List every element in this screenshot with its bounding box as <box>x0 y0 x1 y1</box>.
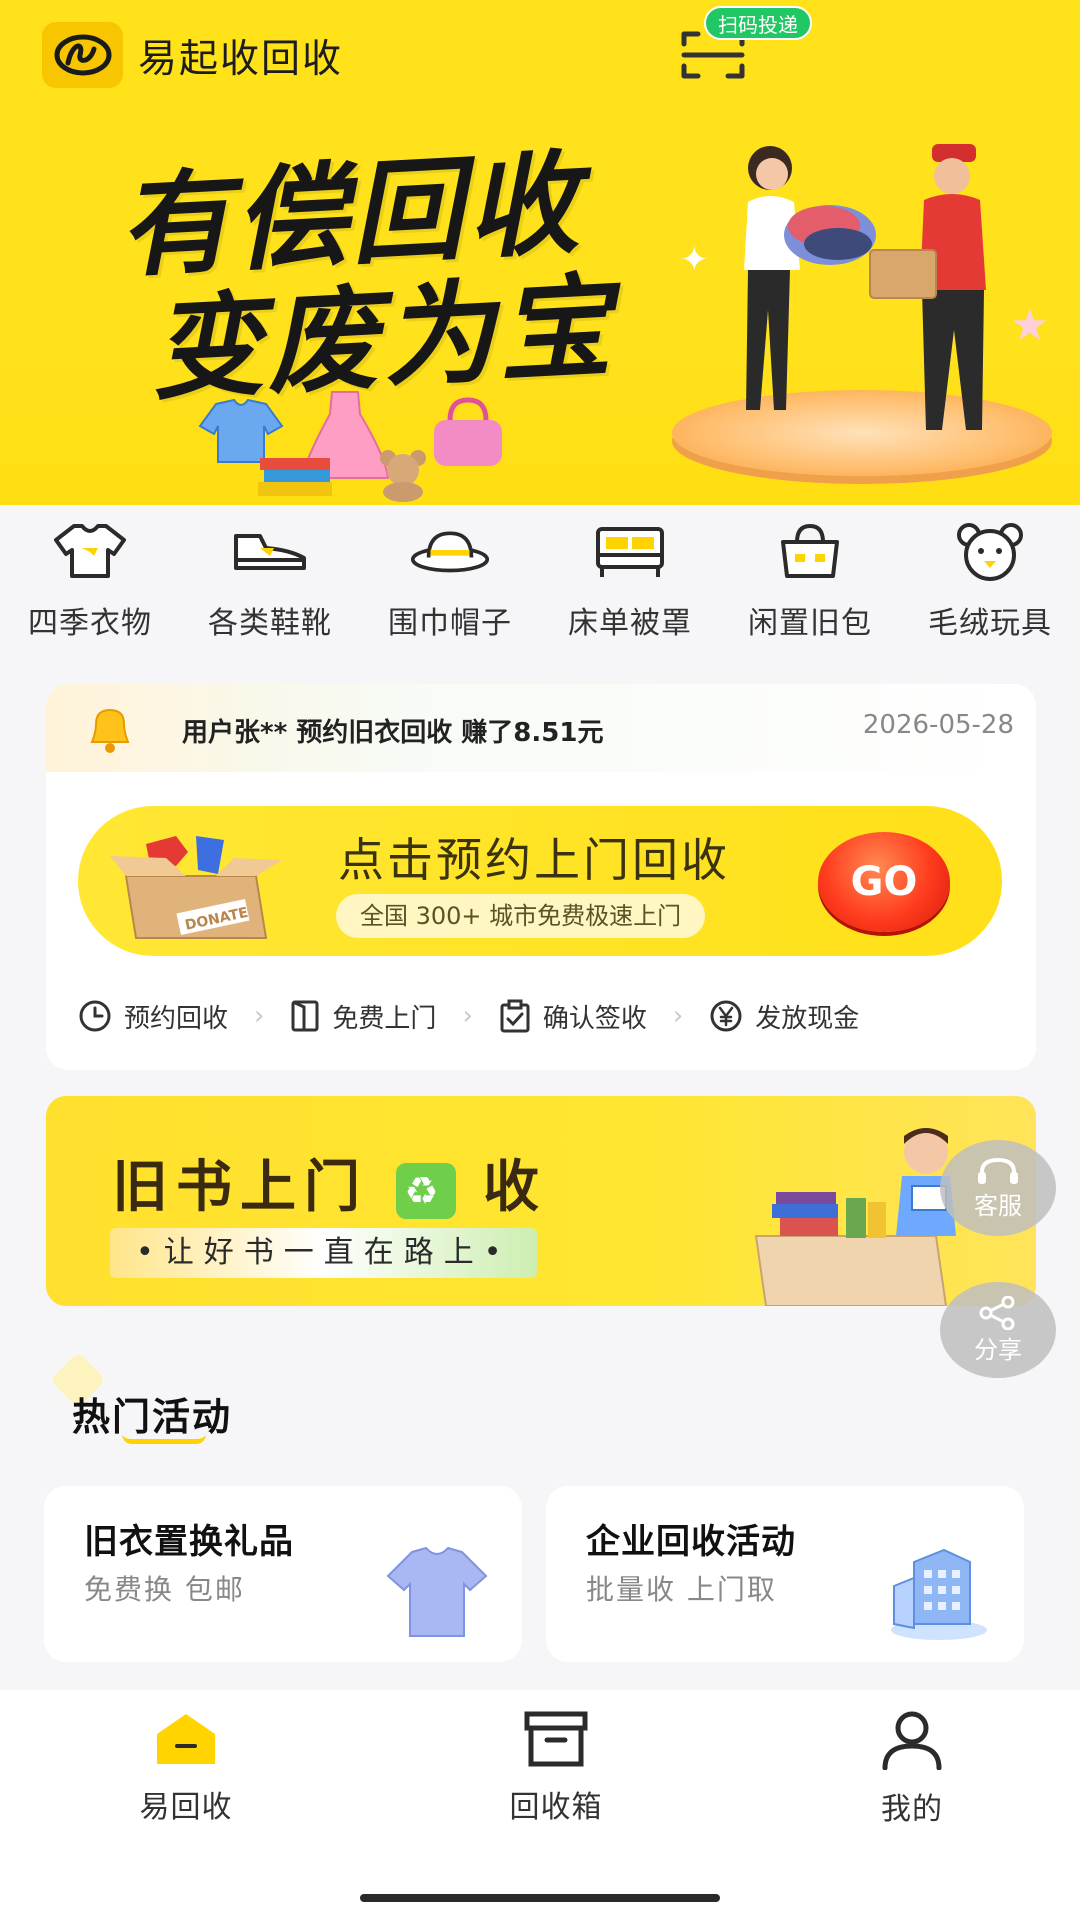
step-item: 确认签收 <box>499 998 647 1035</box>
category-item[interactable]: 床单被罩 <box>540 520 720 655</box>
old-books-banner[interactable]: 旧书上门 ♻ 收 •让好书一直在路上• <box>46 1096 1036 1306</box>
people-illustration <box>744 144 986 430</box>
step-label: 预约回收 <box>124 1003 229 1034</box>
tab-label: 我的 <box>881 1792 943 1827</box>
book-pickup-title: 点击预约上门回收 <box>338 833 730 887</box>
category-label: 毛绒玩具 <box>928 606 1052 641</box>
step-item: 预约回收 <box>78 998 228 1035</box>
sparkle-icon: ✦ <box>680 240 709 280</box>
logo-icon <box>54 34 111 76</box>
star-icon: ★ <box>1010 300 1050 351</box>
process-steps: 预约回收 › 免费上门 › 确认签收 › 发放现金 <box>78 996 1008 1036</box>
step-item: 免费上门 <box>290 998 436 1035</box>
door-icon <box>291 1000 319 1032</box>
category-label: 床单被罩 <box>568 606 692 641</box>
title-underline-decoration <box>122 1434 206 1444</box>
share-label: 分享 <box>974 1335 1022 1364</box>
customer-service-button[interactable]: 客服 <box>940 1140 1056 1236</box>
books-banner-title: 旧书上门 ♻ 收 <box>112 1142 547 1223</box>
category-item[interactable]: 四季衣物 <box>0 520 180 655</box>
tshirt-icon <box>50 520 130 582</box>
app-header: 易起收回收 扫码投递 <box>0 0 1080 110</box>
category-label: 四季衣物 <box>28 606 152 641</box>
customer-service-label: 客服 <box>974 1191 1022 1220</box>
user-icon <box>882 1711 942 1770</box>
share-icon <box>979 1295 1015 1330</box>
books-title-text: 旧书上门 <box>112 1155 368 1220</box>
hero-banner[interactable]: 易起收回收 扫码投递 有偿回收 变废为宝 ✦ ★ <box>0 0 1080 505</box>
app-title: 易起收回收 <box>138 37 344 82</box>
books-title-text-end: 收 <box>483 1155 547 1220</box>
step-label: 免费上门 <box>332 1003 437 1034</box>
tab-label: 易回收 <box>139 1790 233 1825</box>
category-label: 围巾帽子 <box>388 606 512 641</box>
activity-title: 旧衣置换礼品 <box>84 1522 294 1562</box>
tshirt-illustration <box>386 1546 488 1637</box>
home-icon <box>157 1714 215 1764</box>
bed-icon <box>590 520 670 582</box>
building-illustration <box>891 1548 987 1640</box>
teddy-bear-illustration <box>380 450 426 502</box>
scan-badge[interactable]: 扫码投递 <box>704 6 812 40</box>
clock-icon <box>79 1000 111 1032</box>
shoe-icon <box>230 520 310 582</box>
box-icon <box>524 1711 588 1767</box>
handbag-illustration <box>434 397 502 466</box>
donate-box-illustration: DONATE <box>110 836 282 939</box>
category-row: 四季衣物 各类鞋靴 围巾帽子 床单被罩 闲置旧包 毛绒玩具 <box>0 520 1080 655</box>
step-item: 发放现金 <box>709 998 859 1035</box>
bear-icon <box>950 520 1030 582</box>
book-pickup-subtitle: 全国 300+ 城市免费极速上门 <box>336 894 706 938</box>
category-label: 各类鞋靴 <box>208 606 332 641</box>
clipboard-check-icon <box>500 999 530 1033</box>
book-pickup-banner[interactable]: DONATE 点击预约上门回收 全国 300+ 城市免费极速上门 GO <box>78 806 1002 956</box>
category-item[interactable]: 围巾帽子 <box>360 520 540 655</box>
chevron-right-icon: › <box>254 1001 265 1031</box>
chevron-right-icon: › <box>672 1001 684 1031</box>
category-item[interactable]: 毛绒玩具 <box>900 520 1080 655</box>
chevron-right-icon: › <box>462 1001 473 1031</box>
tab-me[interactable]: 我的 <box>812 1710 1012 1828</box>
category-item[interactable]: 各类鞋靴 <box>180 520 360 655</box>
app-logo <box>42 22 123 88</box>
bag-icon <box>770 520 850 582</box>
tab-label: 回收箱 <box>509 1790 603 1825</box>
tab-home[interactable]: 易回收 <box>86 1710 286 1826</box>
tab-recycle-box[interactable]: 回收箱 <box>456 1710 656 1826</box>
go-button[interactable]: GO <box>818 832 950 932</box>
activity-subtitle: 免费换 包邮 <box>84 1573 245 1606</box>
page: 易起收回收 扫码投递 有偿回收 变废为宝 ✦ ★ 四季衣物 各类鞋靴 围巾帽子 … <box>0 0 1080 1920</box>
category-item[interactable]: 闲置旧包 <box>720 520 900 655</box>
books-stack-illustration <box>258 458 332 496</box>
booking-card: 用户张** 预约旧衣回收 赚了8.51元 2026-05-28 DONATE 点… <box>46 684 1036 1070</box>
share-button[interactable]: 分享 <box>940 1282 1056 1378</box>
activity-card[interactable]: 企业回收活动 批量收 上门取 <box>546 1486 1024 1662</box>
step-label: 确认签收 <box>542 1003 647 1034</box>
home-indicator[interactable] <box>360 1894 720 1902</box>
books-banner-subtitle: •让好书一直在路上• <box>110 1228 538 1278</box>
activity-subtitle: 批量收 上门取 <box>586 1573 777 1606</box>
activity-title: 企业回收活动 <box>586 1522 796 1562</box>
headset-icon <box>978 1157 1018 1184</box>
notice-date: 2026-05-28 <box>862 710 1014 740</box>
activity-card[interactable]: 旧衣置换礼品 免费换 包邮 <box>44 1486 522 1662</box>
notice-text: 用户张** 预约旧衣回收 赚了8.51元 <box>182 718 604 748</box>
yen-icon <box>710 1000 742 1032</box>
hot-activities-title: 热门活动 <box>72 1395 233 1439</box>
notice-bar: 用户张** 预约旧衣回收 赚了8.51元 2026-05-28 <box>46 684 1036 772</box>
step-label: 发放现金 <box>755 1003 860 1034</box>
bottom-tab-bar: 易回收 回收箱 我的 <box>0 1690 1080 1920</box>
category-label: 闲置旧包 <box>748 606 872 641</box>
hat-icon <box>410 520 490 582</box>
bell-icon <box>90 708 130 753</box>
recycle-icon: ♻ <box>395 1162 456 1219</box>
